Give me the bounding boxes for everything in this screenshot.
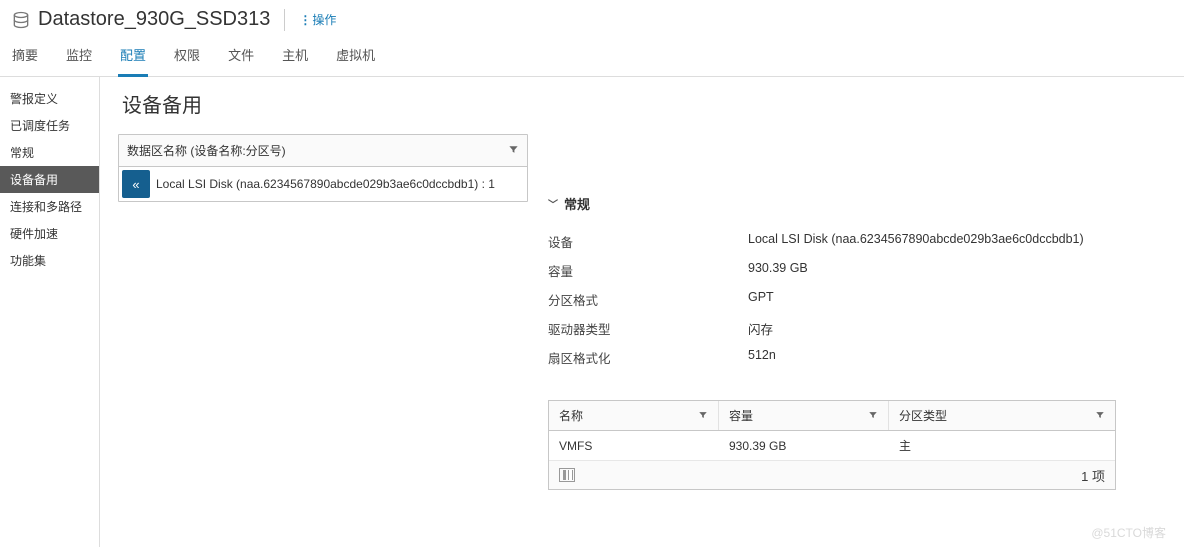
detail-key: 分区格式	[548, 290, 748, 309]
sidebar-item-general[interactable]: 常规	[0, 139, 99, 166]
detail-row-sector-format: 扇区格式化 512n	[548, 343, 1116, 372]
detail-value: GPT	[748, 290, 1116, 309]
detail-value: Local LSI Disk (naa.6234567890abcde029b3…	[748, 232, 1116, 251]
filter-icon[interactable]	[698, 409, 708, 423]
extent-row-text: Local LSI Disk (naa.6234567890abcde029b3…	[156, 177, 527, 191]
sidebar-item-capability[interactable]: 功能集	[0, 247, 99, 274]
tab-configure[interactable]: 配置	[118, 37, 148, 77]
detail-value: 930.39 GB	[748, 261, 1116, 280]
detail-key: 设备	[548, 232, 748, 251]
tab-files[interactable]: 文件	[226, 37, 256, 76]
detail-value: 闪存	[748, 319, 1116, 338]
partition-grid: 名称 容量 分区类型 VMFS	[548, 400, 1116, 490]
details-section-title: 常规	[564, 194, 590, 213]
page-title: Datastore_930G_SSD313	[38, 8, 270, 31]
actions-dots-icon: ⋮	[299, 13, 310, 27]
column-picker-icon[interactable]	[559, 468, 575, 482]
partition-footer-count: 1 项	[1081, 466, 1105, 485]
partition-cell-type: 主	[889, 431, 1115, 460]
filter-icon[interactable]	[508, 144, 519, 158]
sidebar-item-hw-accel[interactable]: 硬件加速	[0, 220, 99, 247]
tab-summary[interactable]: 摘要	[10, 37, 40, 76]
config-sidebar: 警报定义 已调度任务 常规 设备备用 连接和多路径 硬件加速 功能集	[0, 77, 100, 547]
detail-row-device: 设备 Local LSI Disk (naa.6234567890abcde02…	[548, 227, 1116, 256]
partition-cell-name: VMFS	[549, 431, 719, 460]
datastore-icon	[10, 9, 32, 31]
filter-icon[interactable]	[868, 409, 878, 423]
extent-row[interactable]: « Local LSI Disk (naa.6234567890abcde029…	[119, 167, 527, 201]
chevron-down-icon: ﹀	[548, 196, 558, 211]
extent-grid: 数据区名称 (设备名称:分区号) « Local LSI Disk (naa.6…	[118, 134, 528, 202]
partition-col-capacity: 容量	[729, 407, 753, 424]
detail-value: 512n	[748, 348, 1116, 367]
divider	[284, 9, 285, 31]
main-tabs: 摘要 监控 配置 权限 文件 主机 虚拟机	[0, 37, 1184, 77]
tab-vms[interactable]: 虚拟机	[334, 37, 377, 76]
actions-label: 操作	[312, 11, 336, 28]
detail-row-partition-format: 分区格式 GPT	[548, 285, 1116, 314]
filter-icon[interactable]	[1095, 409, 1105, 423]
collapse-left-icon[interactable]: «	[122, 170, 150, 198]
detail-key: 容量	[548, 261, 748, 280]
sidebar-item-scheduled-tasks[interactable]: 已调度任务	[0, 112, 99, 139]
details-section-toggle[interactable]: ﹀ 常规	[548, 194, 1116, 213]
partition-cell-capacity: 930.39 GB	[719, 431, 889, 460]
sidebar-item-alarm-defs[interactable]: 警报定义	[0, 85, 99, 112]
tab-hosts[interactable]: 主机	[280, 37, 310, 76]
tab-permissions[interactable]: 权限	[172, 37, 202, 76]
sidebar-item-connectivity[interactable]: 连接和多路径	[0, 193, 99, 220]
detail-row-drive-type: 驱动器类型 闪存	[548, 314, 1116, 343]
extent-grid-header: 数据区名称 (设备名称:分区号)	[127, 142, 286, 159]
partition-row[interactable]: VMFS 930.39 GB 主	[549, 431, 1115, 461]
detail-key: 驱动器类型	[548, 319, 748, 338]
watermark: @51CTO博客	[1091, 524, 1166, 541]
detail-key: 扇区格式化	[548, 348, 748, 367]
partition-col-name: 名称	[559, 407, 583, 424]
actions-menu[interactable]: ⋮ 操作	[299, 11, 336, 28]
detail-row-capacity: 容量 930.39 GB	[548, 256, 1116, 285]
tab-monitor[interactable]: 监控	[64, 37, 94, 76]
section-heading: 设备备用	[122, 89, 1184, 118]
partition-col-type: 分区类型	[899, 407, 947, 424]
sidebar-item-device-backing[interactable]: 设备备用	[0, 166, 99, 193]
